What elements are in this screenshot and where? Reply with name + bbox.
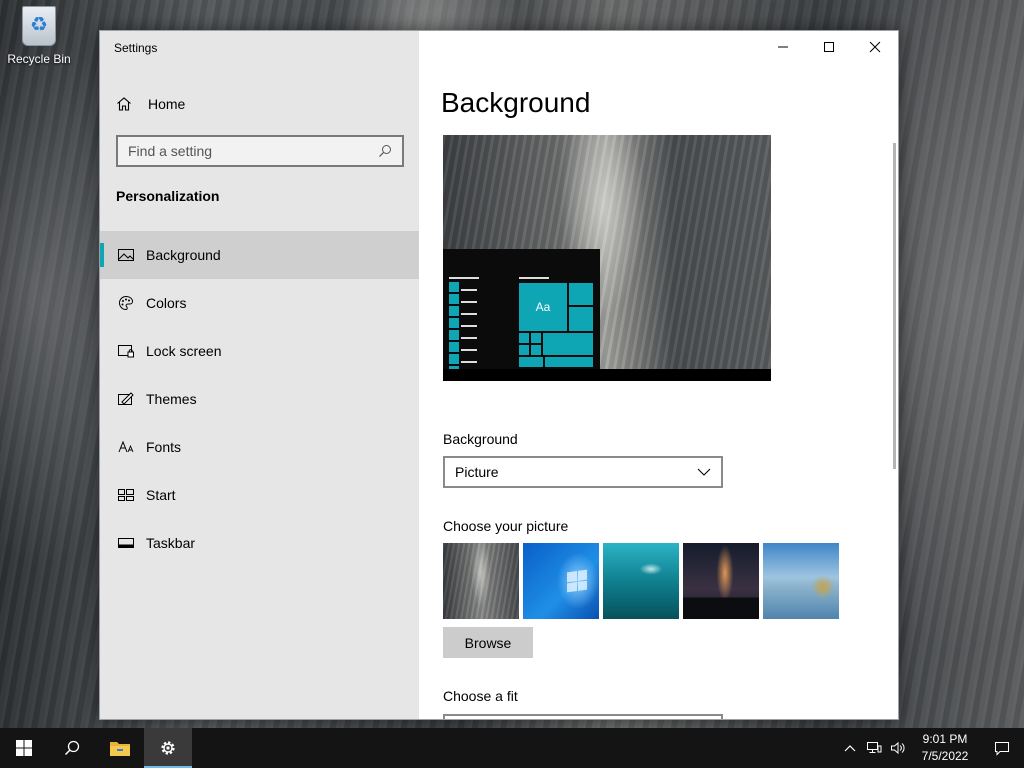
window-controls (760, 31, 898, 63)
minimize-button[interactable] (760, 31, 806, 63)
desktop-icon-recycle-bin[interactable]: Recycle Bin (6, 6, 72, 66)
sidebar-item-label: Taskbar (146, 535, 196, 551)
picture-icon (116, 245, 136, 265)
fonts-icon (116, 437, 136, 457)
chevron-up-icon (844, 745, 856, 752)
browse-button[interactable]: Browse (443, 627, 533, 658)
preview-tile (569, 283, 593, 305)
show-hidden-icons-button[interactable] (838, 728, 862, 768)
preview-tile (519, 345, 529, 355)
taskbar-icon (116, 533, 136, 553)
chevron-down-icon (697, 468, 711, 476)
choose-picture-label: Choose your picture (443, 518, 569, 534)
volume-button[interactable] (886, 728, 910, 768)
fit-dropdown[interactable] (443, 714, 723, 719)
sidebar-item-label: Start (146, 487, 176, 503)
settings-gear-icon (161, 741, 175, 755)
clock-date: 7/5/2022 (921, 749, 969, 763)
sidebar-item-label: Background (146, 247, 221, 263)
sidebar-item-label: Themes (146, 391, 197, 407)
preview-tile (519, 333, 529, 343)
network-icon (867, 742, 882, 753)
preview-tile (531, 345, 541, 355)
volume-icon (891, 741, 905, 755)
minimize-icon (778, 46, 788, 48)
search-icon (378, 144, 392, 158)
maximize-icon (824, 42, 834, 52)
recycle-bin-icon (22, 6, 56, 46)
background-label: Background (443, 431, 518, 447)
settings-window: Settings Home Personalization Background (99, 30, 899, 720)
choose-fit-label: Choose a fit (443, 688, 518, 704)
sidebar-item-label: Lock screen (146, 343, 222, 359)
picture-thumbnail-underwater[interactable] (603, 543, 679, 619)
preview-tile (545, 357, 593, 367)
windows-start-icon (16, 740, 32, 756)
sidebar-item-label: Colors (146, 295, 187, 311)
sidebar-item-fonts[interactable]: Fonts (100, 423, 419, 471)
picture-thumbnail-beach[interactable] (763, 543, 839, 619)
preview-tile (543, 333, 593, 355)
clock-time: 9:01 PM (922, 732, 968, 746)
search-icon (64, 740, 80, 756)
sidebar-item-label: Fonts (146, 439, 182, 455)
home-label: Home (148, 96, 186, 112)
search-field[interactable] (116, 135, 404, 167)
picture-thumbnail-night-sky[interactable] (683, 543, 759, 619)
home-icon (116, 96, 136, 112)
picture-thumbnails (443, 543, 843, 619)
close-icon (869, 41, 881, 53)
search-input[interactable] (128, 143, 378, 159)
preview-line (519, 277, 549, 279)
close-button[interactable] (852, 31, 898, 63)
sidebar-item-start[interactable]: Start (100, 471, 419, 519)
sidebar-item-themes[interactable]: Themes (100, 375, 419, 423)
desktop-icon-label: Recycle Bin (7, 52, 71, 66)
sidebar-item-background[interactable]: Background (100, 231, 419, 279)
taskbar: 9:01 PM 7/5/2022 (0, 728, 1024, 768)
maximize-button[interactable] (806, 31, 852, 63)
background-type-value: Picture (455, 464, 499, 480)
nav-list: Background Colors Lock screen Themes Fon… (100, 231, 419, 567)
file-explorer-icon (110, 742, 130, 756)
preview-tile-column (449, 282, 459, 378)
content-scrollbar[interactable] (893, 143, 896, 469)
sidebar-item-colors[interactable]: Colors (100, 279, 419, 327)
action-center-button[interactable] (980, 728, 1024, 768)
sidebar-item-lock-screen[interactable]: Lock screen (100, 327, 419, 375)
windows-logo-icon (567, 569, 587, 593)
start-button[interactable] (0, 728, 48, 768)
taskbar-preview (443, 369, 771, 381)
settings-sidebar: Settings Home Personalization Background (100, 31, 419, 719)
window-title: Settings (114, 41, 158, 55)
lock-screen-icon (116, 341, 136, 361)
home-button[interactable]: Home (100, 89, 419, 119)
preview-tile-large: Aa (519, 283, 567, 331)
start-icon (116, 485, 136, 505)
settings-taskbar-button[interactable] (144, 728, 192, 768)
background-preview: Aa (443, 135, 771, 381)
picture-thumbnail-rock[interactable] (443, 543, 519, 619)
taskbar-search-button[interactable] (48, 728, 96, 768)
palette-icon (116, 293, 136, 313)
start-menu-preview: Aa (443, 249, 600, 376)
action-center-icon (995, 741, 1009, 756)
sidebar-item-taskbar[interactable]: Taskbar (100, 519, 419, 567)
clock[interactable]: 9:01 PM 7/5/2022 (910, 731, 980, 765)
background-type-dropdown[interactable]: Picture (443, 456, 723, 488)
system-tray: 9:01 PM 7/5/2022 (838, 728, 1024, 768)
preview-tile (531, 333, 541, 343)
themes-icon (116, 389, 136, 409)
network-button[interactable] (862, 728, 886, 768)
page-title: Background (441, 87, 591, 118)
preview-tile (519, 357, 543, 367)
preview-line-column (461, 277, 481, 373)
section-title: Personalization (116, 188, 220, 204)
file-explorer-button[interactable] (96, 728, 144, 768)
picture-thumbnail-windows[interactable] (523, 543, 599, 619)
settings-content: Background Aa Background Picture Choose … (419, 31, 898, 719)
preview-tile (569, 307, 593, 331)
